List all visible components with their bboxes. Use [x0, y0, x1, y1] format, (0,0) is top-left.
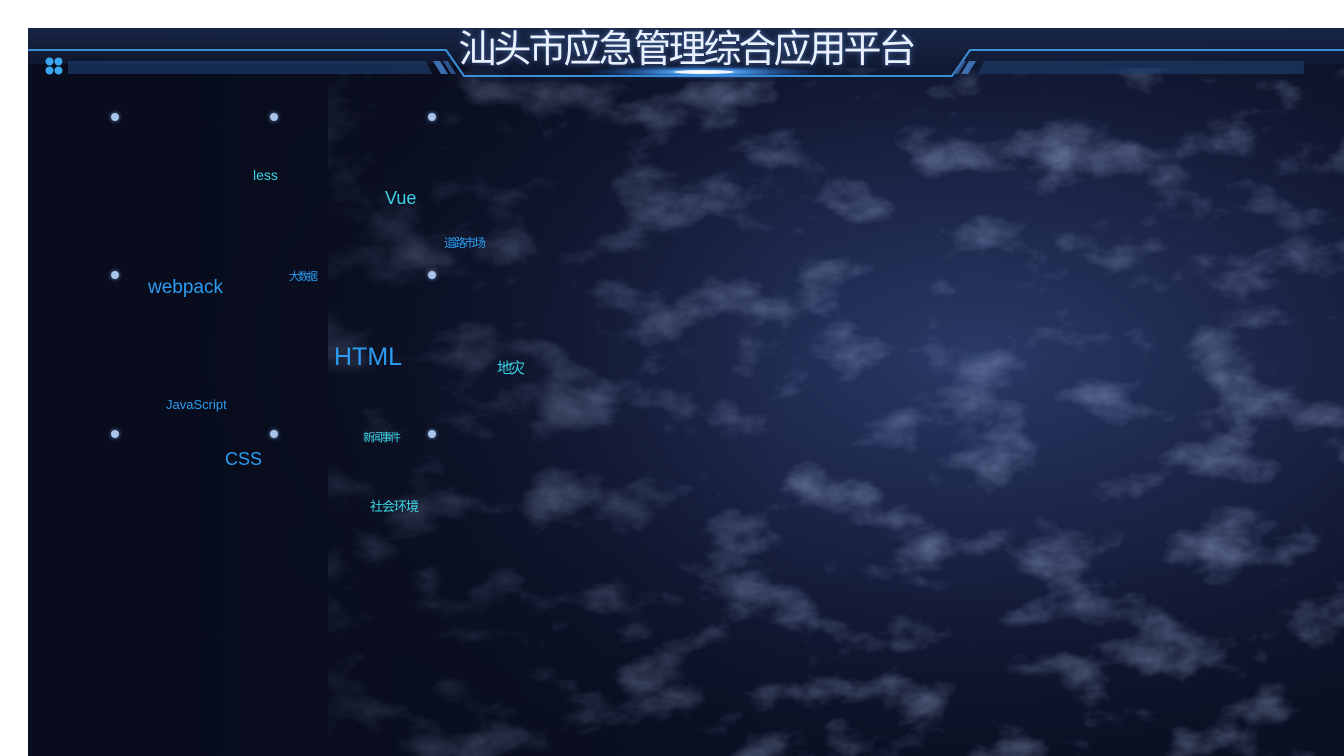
tag-javascript[interactable]: JavaScript — [166, 398, 227, 411]
tag-html[interactable]: HTML — [334, 345, 402, 370]
tag-geo-disaster[interactable]: 地灾 — [497, 361, 525, 376]
dashboard-screen: 汕头市应急管理综合应用平台 less Vue 道路市场 webpack 大数据 … — [28, 28, 1344, 756]
grid-node — [111, 113, 119, 121]
grid-node — [428, 430, 436, 438]
tag-css[interactable]: CSS — [225, 450, 262, 468]
grid-node — [428, 113, 436, 121]
tag-vue[interactable]: Vue — [385, 189, 416, 207]
tag-cloud: less Vue 道路市场 webpack 大数据 HTML 地灾 JavaSc… — [28, 28, 1344, 756]
grid-node — [111, 271, 119, 279]
tag-news-events[interactable]: 新闻事件 — [363, 433, 401, 444]
tag-road-market[interactable]: 道路市场 — [444, 237, 486, 249]
grid-node — [270, 113, 278, 121]
tag-webpack[interactable]: webpack — [148, 278, 223, 297]
tag-social-environment[interactable]: 社会环境 — [370, 500, 419, 513]
tag-less[interactable]: less — [253, 168, 278, 182]
grid-node — [428, 271, 436, 279]
tag-big-data[interactable]: 大数据 — [289, 272, 318, 283]
grid-node — [270, 430, 278, 438]
grid-node — [111, 430, 119, 438]
